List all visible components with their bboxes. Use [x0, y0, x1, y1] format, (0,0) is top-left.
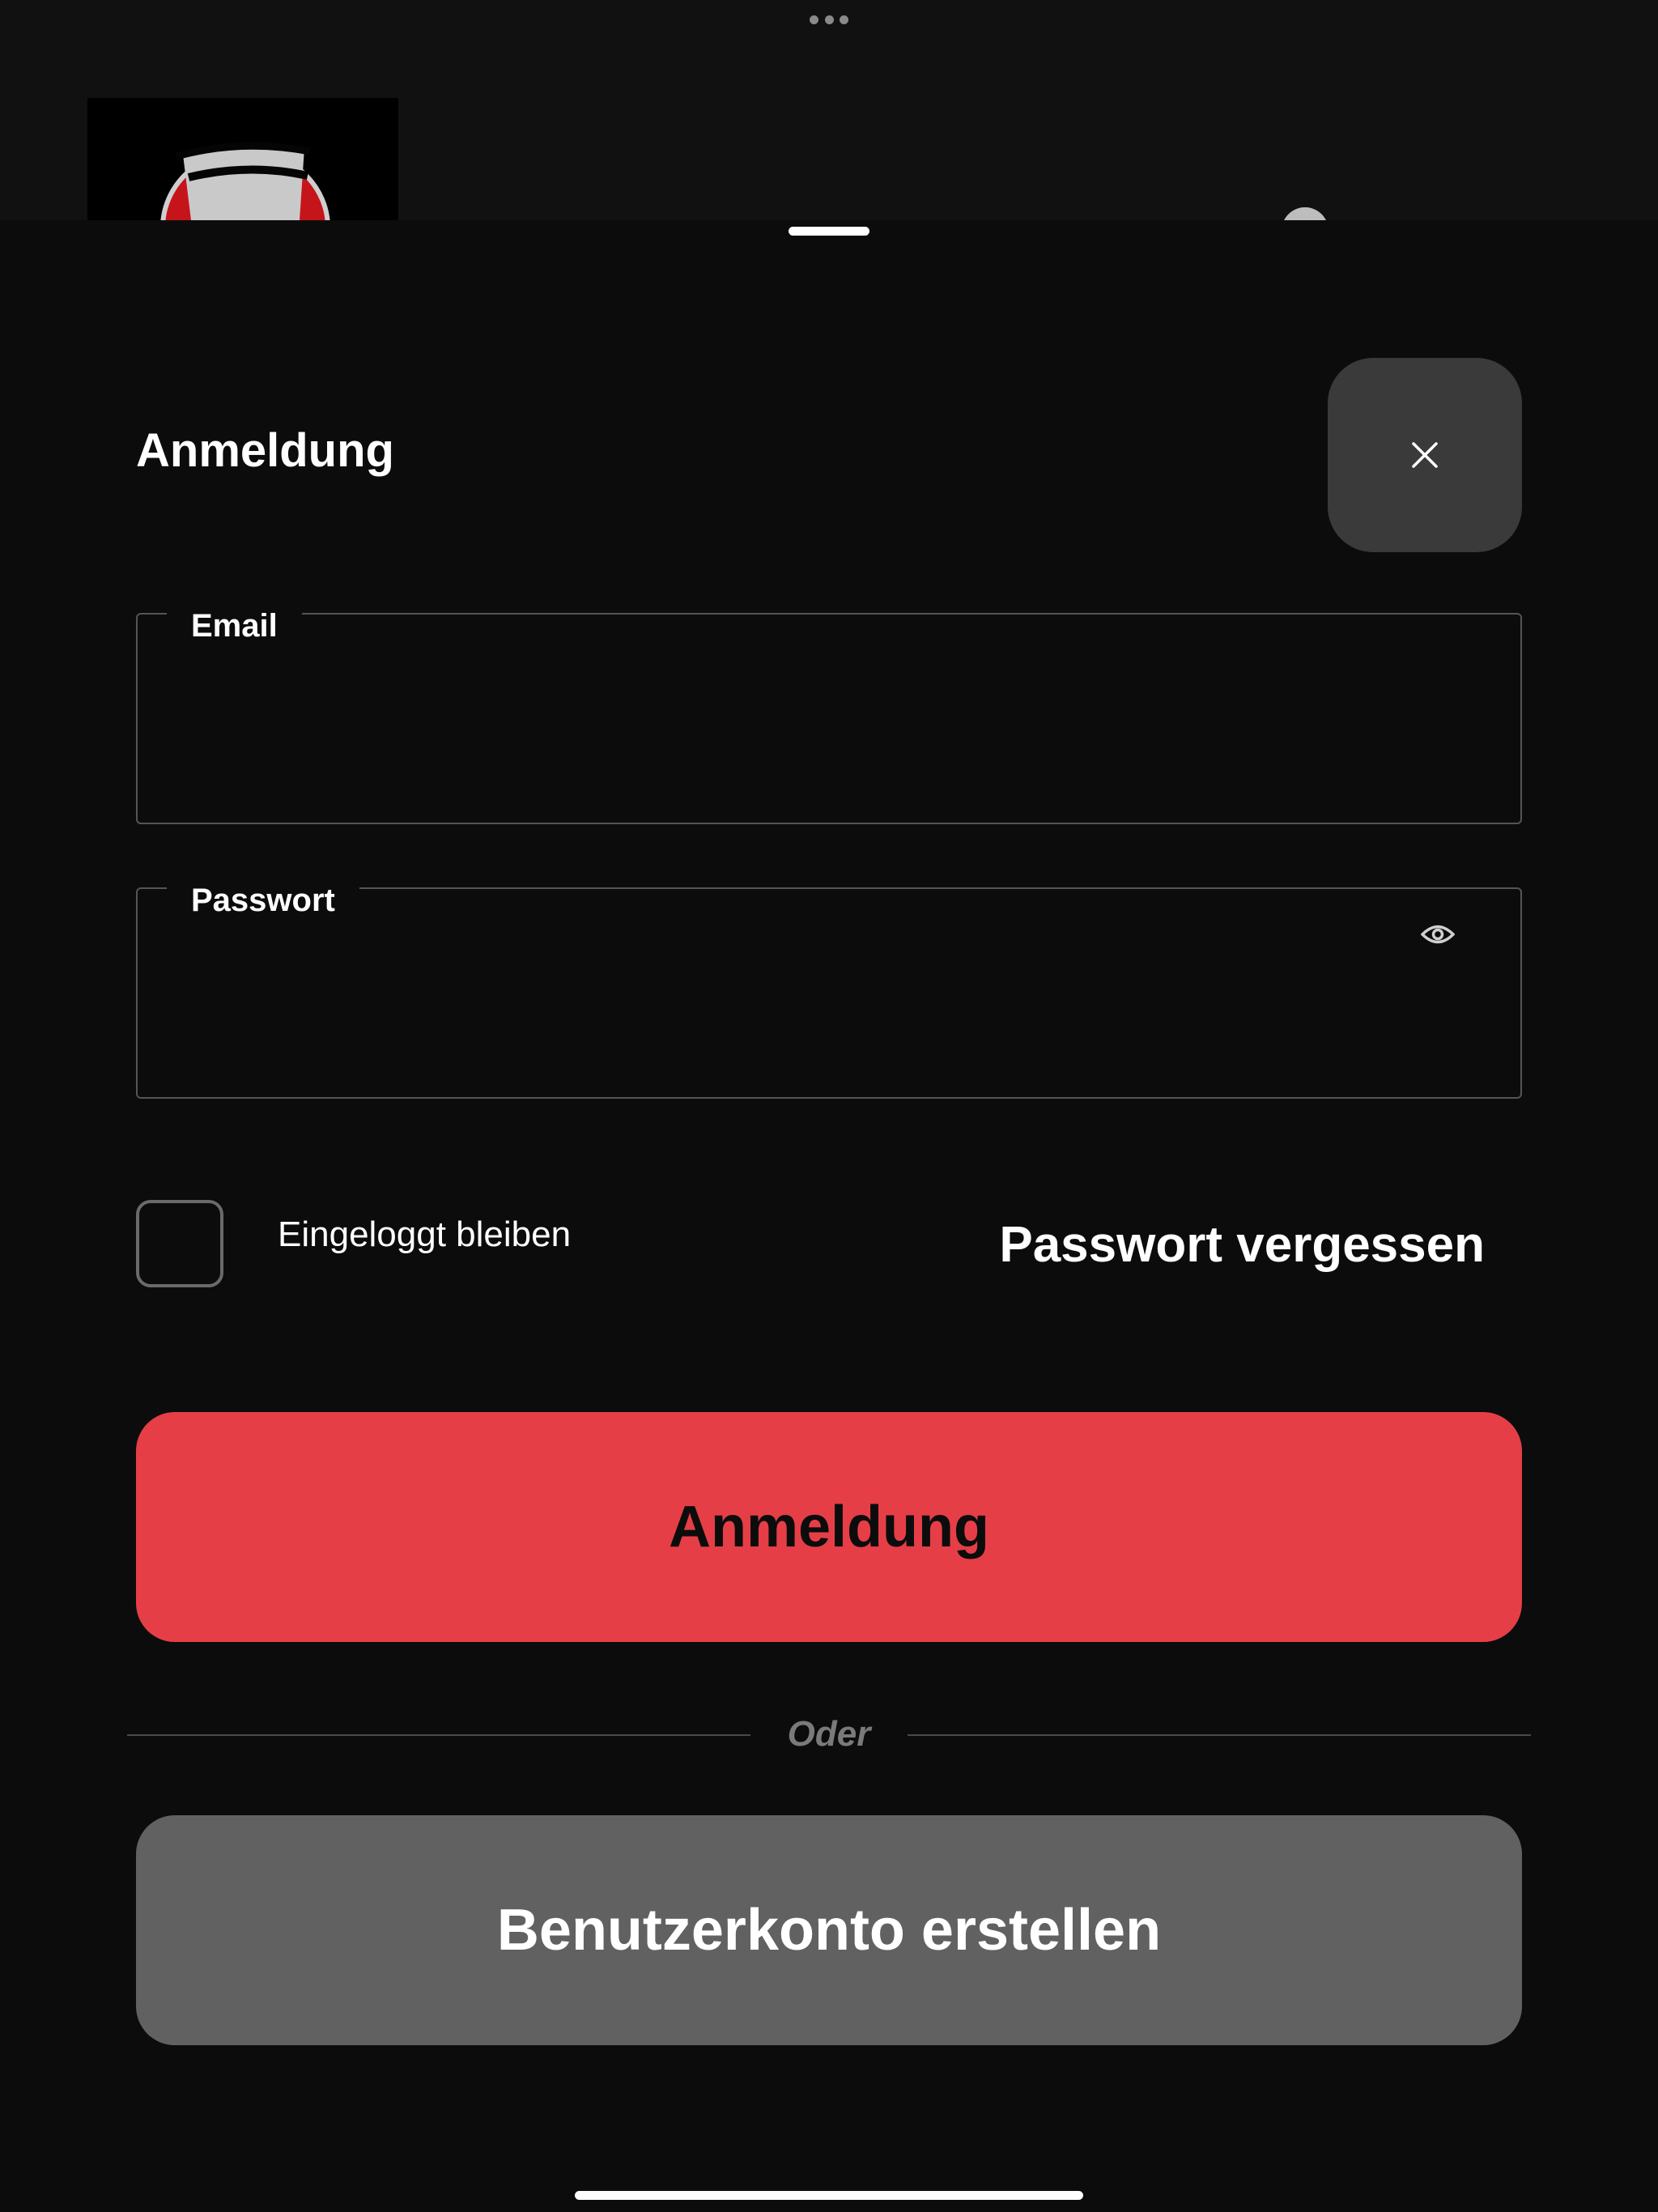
close-button[interactable]: [1328, 358, 1522, 552]
password-label: Passwort: [167, 874, 359, 926]
password-field[interactable]: Passwort: [136, 874, 1522, 1099]
sheet-title: Anmeldung: [136, 424, 394, 477]
login-screen: Anmeldung Email Passwort Eingeloggt blei…: [0, 0, 1658, 2212]
login-sheet: Anmeldung Email Passwort Eingeloggt blei…: [0, 220, 1658, 2212]
sheet-grabber[interactable]: [789, 227, 869, 236]
eye-icon: [1421, 925, 1455, 944]
app-logo: [87, 98, 398, 220]
password-input[interactable]: [188, 962, 1422, 1036]
divider-label: Oder: [787, 1714, 871, 1754]
remember-me-checkbox[interactable]: [136, 1200, 223, 1287]
divider-line-left: [127, 1734, 750, 1736]
divider-line-right: [908, 1734, 1531, 1736]
show-password-button[interactable]: [1412, 912, 1464, 957]
forgot-password-link[interactable]: Passwort vergessen: [999, 1213, 1485, 1278]
multitasking-menu-icon[interactable]: [810, 13, 848, 26]
email-field[interactable]: Email: [136, 600, 1522, 824]
close-icon: [1412, 442, 1438, 468]
home-indicator[interactable]: [575, 2191, 1083, 2200]
create-account-button[interactable]: Benutzerkonto erstellen: [136, 1815, 1522, 2045]
remember-me-label[interactable]: Eingeloggt bleiben: [278, 1210, 571, 1259]
login-button[interactable]: Anmeldung: [136, 1412, 1522, 1642]
email-label: Email: [167, 600, 302, 652]
email-input[interactable]: [188, 687, 1422, 762]
